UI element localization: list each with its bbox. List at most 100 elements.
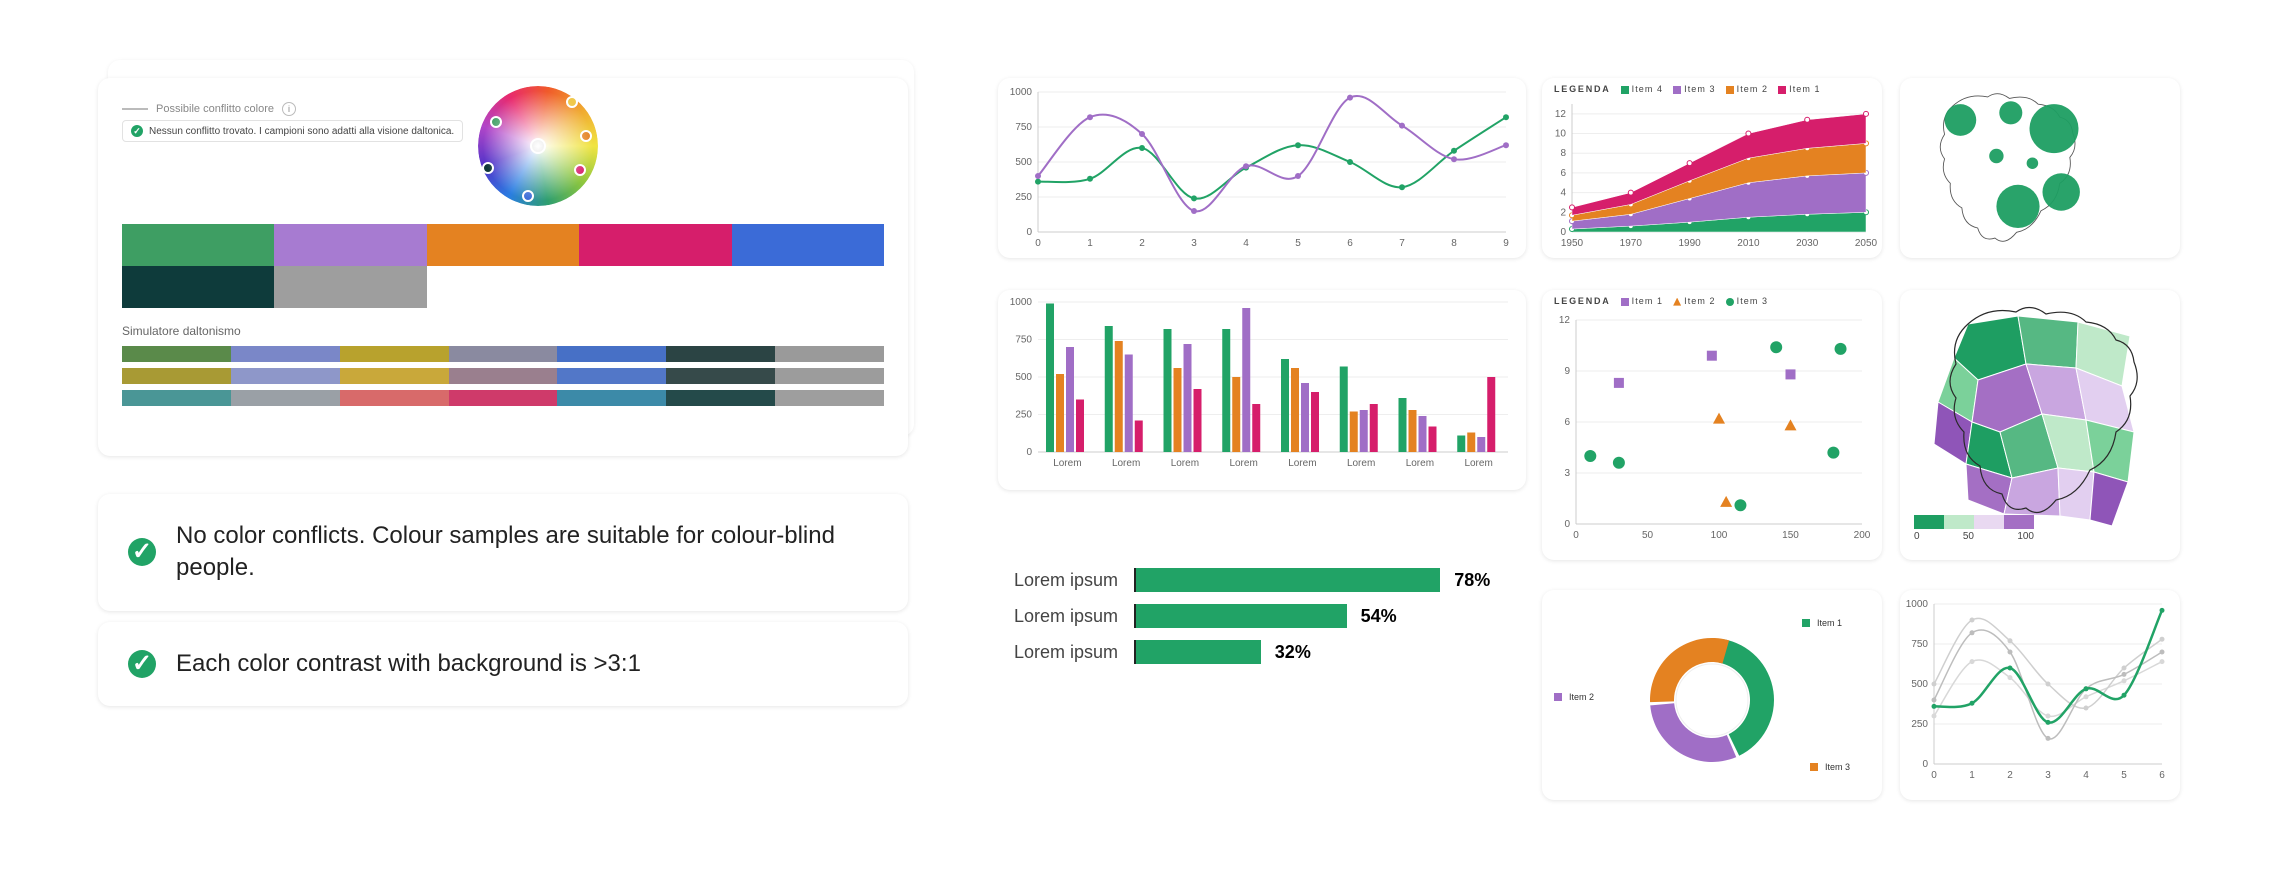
svg-text:6: 6 — [2159, 770, 2165, 781]
svg-text:2030: 2030 — [1796, 238, 1819, 249]
scatter-legend: LEGENDA Item 1 Item 2 Item 3 — [1554, 296, 1768, 306]
svg-text:7: 7 — [1399, 238, 1405, 249]
svg-text:1: 1 — [1969, 770, 1975, 781]
svg-text:Lorem: Lorem — [1229, 458, 1257, 469]
svg-text:12: 12 — [1559, 315, 1571, 326]
area-chart-card: LEGENDA Item 4 Item 3 Item 2 Item 1 0246… — [1542, 78, 1882, 258]
svg-text:3: 3 — [2045, 770, 2051, 781]
svg-text:100: 100 — [1711, 530, 1728, 541]
grouped-bar-card: 02505007501000LoremLoremLoremLoremLoremL… — [998, 290, 1526, 490]
svg-text:Lorem: Lorem — [1112, 458, 1140, 469]
svg-text:4: 4 — [2083, 770, 2089, 781]
color-tool-card: Possibile conflitto colore i ✓ Nessun co… — [98, 78, 908, 456]
svg-text:Lorem: Lorem — [1347, 458, 1375, 469]
swatch-row-2 — [122, 266, 884, 308]
info-icon[interactable]: i — [282, 102, 296, 116]
svg-text:Lorem: Lorem — [1171, 458, 1199, 469]
conflict-indicator-dash — [122, 108, 148, 110]
svg-text:Lorem: Lorem — [1464, 458, 1492, 469]
svg-text:200: 200 — [1854, 530, 1871, 541]
ok-chip: ✓ Nessun conflitto trovato. I campioni s… — [122, 120, 463, 142]
svg-text:0: 0 — [1026, 447, 1032, 458]
svg-text:0: 0 — [1573, 530, 1579, 541]
svg-text:250: 250 — [1911, 719, 1928, 730]
line-chart-card: 025050075010000123456789 — [998, 78, 1526, 258]
swatch[interactable] — [579, 224, 731, 266]
swatch[interactable] — [274, 266, 426, 308]
svg-text:2: 2 — [1139, 238, 1145, 249]
svg-text:2010: 2010 — [1737, 238, 1760, 249]
swatch[interactable] — [122, 224, 274, 266]
svg-text:150: 150 — [1782, 530, 1799, 541]
swatch[interactable] — [274, 224, 426, 266]
svg-text:750: 750 — [1015, 335, 1032, 346]
svg-text:0: 0 — [1931, 770, 1937, 781]
svg-text:10: 10 — [1555, 129, 1567, 140]
svg-text:2: 2 — [1560, 207, 1566, 218]
message-card-1: ✓ No color conflicts. Colour samples are… — [98, 494, 908, 611]
svg-text:Lorem: Lorem — [1406, 458, 1434, 469]
svg-text:1970: 1970 — [1620, 238, 1643, 249]
svg-text:4: 4 — [1560, 188, 1566, 199]
small-line-chart-card: 025050075010000123456 — [1900, 590, 2180, 800]
swatch-row-1 — [122, 224, 884, 266]
color-wheel[interactable] — [478, 86, 598, 206]
sim-rows — [122, 346, 884, 406]
message-1-text: No color conflicts. Colour samples are s… — [176, 520, 878, 585]
hbar-label: Lorem ipsum — [998, 606, 1118, 627]
check-icon: ✓ — [131, 125, 143, 137]
bubble-map-card — [1900, 78, 2180, 258]
conflict-label: Possibile conflitto colore — [156, 103, 274, 115]
donut-chart-card: Item 1 Item 2 Item 3 — [1542, 590, 1882, 800]
svg-text:1950: 1950 — [1561, 238, 1584, 249]
svg-text:250: 250 — [1015, 192, 1032, 203]
svg-text:6: 6 — [1560, 168, 1566, 179]
svg-text:9: 9 — [1503, 238, 1509, 249]
svg-text:500: 500 — [1015, 372, 1032, 383]
wheel-handle[interactable] — [482, 162, 494, 174]
svg-text:5: 5 — [2121, 770, 2127, 781]
wheel-handle[interactable] — [522, 190, 534, 202]
svg-text:8: 8 — [1560, 148, 1566, 159]
svg-text:0: 0 — [1035, 238, 1041, 249]
svg-text:6: 6 — [1347, 238, 1353, 249]
hbar-track: 78% — [1134, 568, 1526, 592]
svg-text:1000: 1000 — [1906, 599, 1929, 610]
svg-text:3: 3 — [1191, 238, 1197, 249]
svg-text:Lorem: Lorem — [1053, 458, 1081, 469]
map-scale-legend: 050100 — [1914, 515, 2034, 542]
wheel-handle[interactable] — [580, 130, 592, 142]
svg-text:5: 5 — [1295, 238, 1301, 249]
hbar-row: Lorem ipsum 78% — [998, 568, 1526, 592]
svg-text:750: 750 — [1015, 122, 1032, 133]
svg-text:4: 4 — [1243, 238, 1249, 249]
swatch[interactable] — [122, 266, 274, 308]
wheel-handle[interactable] — [566, 96, 578, 108]
hbar-track: 54% — [1134, 604, 1526, 628]
svg-text:Lorem: Lorem — [1288, 458, 1316, 469]
scatter-chart-card: LEGENDA Item 1 Item 2 Item 3 03691205010… — [1542, 290, 1882, 560]
wheel-handle[interactable] — [490, 116, 502, 128]
hbar-chart-card: Lorem ipsum 78% Lorem ipsum 54% Lorem ip… — [998, 556, 1526, 726]
svg-text:2: 2 — [2007, 770, 2013, 781]
hbar-row: Lorem ipsum 32% — [998, 640, 1526, 664]
wheel-handle[interactable] — [574, 164, 586, 176]
svg-text:500: 500 — [1911, 679, 1928, 690]
svg-text:0: 0 — [1560, 227, 1566, 238]
check-icon: ✓ — [128, 650, 156, 678]
hbar-label: Lorem ipsum — [998, 570, 1118, 591]
svg-text:0: 0 — [1026, 227, 1032, 238]
svg-text:3: 3 — [1564, 468, 1570, 479]
message-card-2: ✓ Each color contrast with background is… — [98, 622, 908, 706]
ok-chip-text: Nessun conflitto trovato. I campioni son… — [149, 126, 454, 137]
svg-text:1: 1 — [1087, 238, 1093, 249]
sim-label: Simulatore daltonismo — [122, 324, 884, 338]
wheel-handle-center[interactable] — [530, 138, 546, 154]
svg-text:750: 750 — [1911, 639, 1928, 650]
svg-text:9: 9 — [1564, 366, 1570, 377]
svg-text:0: 0 — [1564, 519, 1570, 530]
message-2-text: Each color contrast with background is >… — [176, 648, 641, 680]
swatch[interactable] — [427, 224, 579, 266]
svg-text:2050: 2050 — [1855, 238, 1878, 249]
swatch[interactable] — [732, 224, 884, 266]
